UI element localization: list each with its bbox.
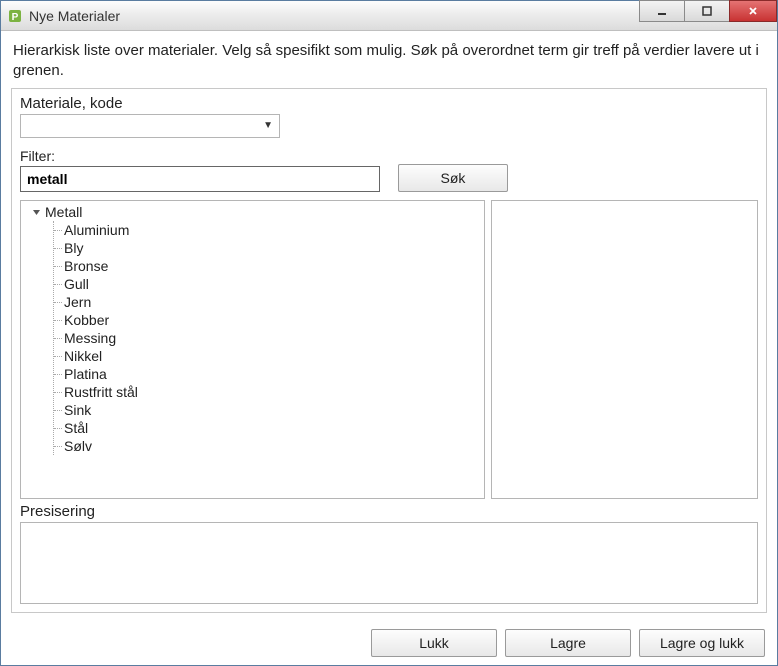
minimize-button[interactable]	[639, 0, 685, 22]
tree-node-root[interactable]: Metall	[31, 203, 482, 221]
tree-item[interactable]: Gull	[64, 275, 482, 293]
tree-item[interactable]: Messing	[64, 329, 482, 347]
footer: Lukk Lagre Lagre og lukk	[1, 621, 777, 665]
main-panel: Materiale, kode ▼ Filter: Søk	[11, 88, 767, 614]
tree-item[interactable]: Sink	[64, 401, 482, 419]
filter-input[interactable]	[20, 166, 380, 192]
tree-item[interactable]: Rustfritt stål	[64, 383, 482, 401]
window-title: Nye Materialer	[29, 8, 120, 24]
tree-item[interactable]: Kobber	[64, 311, 482, 329]
app-icon: P	[7, 8, 23, 24]
content-area: Hierarkisk liste over materialer. Velg s…	[1, 31, 777, 621]
tree-item[interactable]: Aluminium	[64, 221, 482, 239]
window-controls	[639, 1, 777, 30]
tree-item[interactable]: Nikkel	[64, 347, 482, 365]
close-button[interactable]: Lukk	[371, 629, 497, 657]
close-window-button[interactable]	[729, 0, 777, 22]
tree-item[interactable]: Bronse	[64, 257, 482, 275]
tree-node-label: Metall	[45, 204, 82, 220]
filter-label: Filter:	[20, 148, 380, 164]
chevron-down-icon: ▼	[263, 120, 273, 131]
tree-children: AluminiumBlyBronseGullJernKobberMessingN…	[53, 221, 482, 455]
detail-scroll[interactable]	[492, 201, 757, 499]
titlebar[interactable]: P Nye Materialer	[1, 1, 777, 31]
expander-icon[interactable]	[31, 207, 41, 217]
tree-item[interactable]: Jern	[64, 293, 482, 311]
tree-item[interactable]: Bly	[64, 239, 482, 257]
tree-item[interactable]: Stål	[64, 419, 482, 437]
svg-text:P: P	[12, 12, 19, 23]
detail-box	[491, 200, 758, 500]
tree-item[interactable]: Platina	[64, 365, 482, 383]
save-button[interactable]: Lagre	[505, 629, 631, 657]
tree-box: Metall AluminiumBlyBronseGullJernKobberM…	[20, 200, 485, 500]
maximize-button[interactable]	[684, 0, 730, 22]
tree-item[interactable]: Sølv	[64, 437, 482, 455]
tree-scroll[interactable]: Metall AluminiumBlyBronseGullJernKobberM…	[21, 201, 484, 499]
presisering-label: Presisering	[20, 503, 758, 520]
materiale-kode-combo[interactable]: ▼	[20, 114, 280, 138]
materiale-kode-label: Materiale, kode	[20, 95, 758, 112]
dialog-window: P Nye Materialer Hierarkisk liste over m…	[0, 0, 778, 666]
save-and-close-button[interactable]: Lagre og lukk	[639, 629, 765, 657]
presisering-textarea[interactable]	[20, 522, 758, 604]
instructions-text: Hierarkisk liste over materialer. Velg s…	[13, 41, 765, 82]
search-button[interactable]: Søk	[398, 164, 508, 192]
